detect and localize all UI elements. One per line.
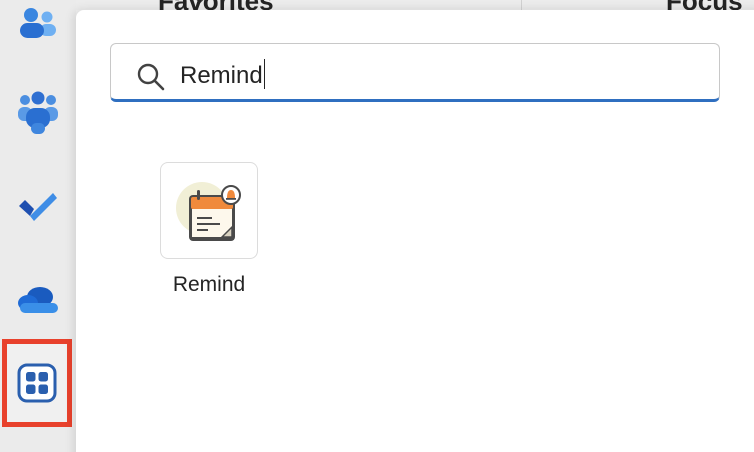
teams-icon <box>18 91 58 134</box>
pane-divider <box>521 0 522 10</box>
rail-item-people[interactable] <box>0 4 76 44</box>
onedrive-cloud-icon <box>18 287 58 313</box>
apps-flyout-panel: Remind Remind <box>76 10 754 452</box>
search-input-value[interactable]: Remind <box>180 59 265 90</box>
app-rail <box>0 0 76 452</box>
remind-calendar-bell-icon <box>176 181 241 241</box>
rail-item-todo[interactable] <box>0 186 76 226</box>
rail-item-apps[interactable] <box>2 339 72 427</box>
todo-check-icon <box>19 193 57 221</box>
background-header: Favorites Focus <box>74 0 754 16</box>
people-icon <box>20 8 56 38</box>
result-icon-frame[interactable] <box>160 162 258 259</box>
app-result-label[interactable]: Remind <box>160 273 258 297</box>
search-icon <box>137 63 165 91</box>
app-result-tile[interactable]: Remind <box>160 162 260 302</box>
apps-grid-icon <box>17 363 57 403</box>
app-window: Favorites Focus Remind Remind <box>0 0 754 452</box>
search-query-text: Remind <box>180 62 263 89</box>
rail-item-teams[interactable] <box>0 88 76 138</box>
rail-item-onedrive[interactable] <box>0 280 76 320</box>
search-input[interactable]: Remind <box>110 43 720 102</box>
text-caret <box>263 59 265 89</box>
